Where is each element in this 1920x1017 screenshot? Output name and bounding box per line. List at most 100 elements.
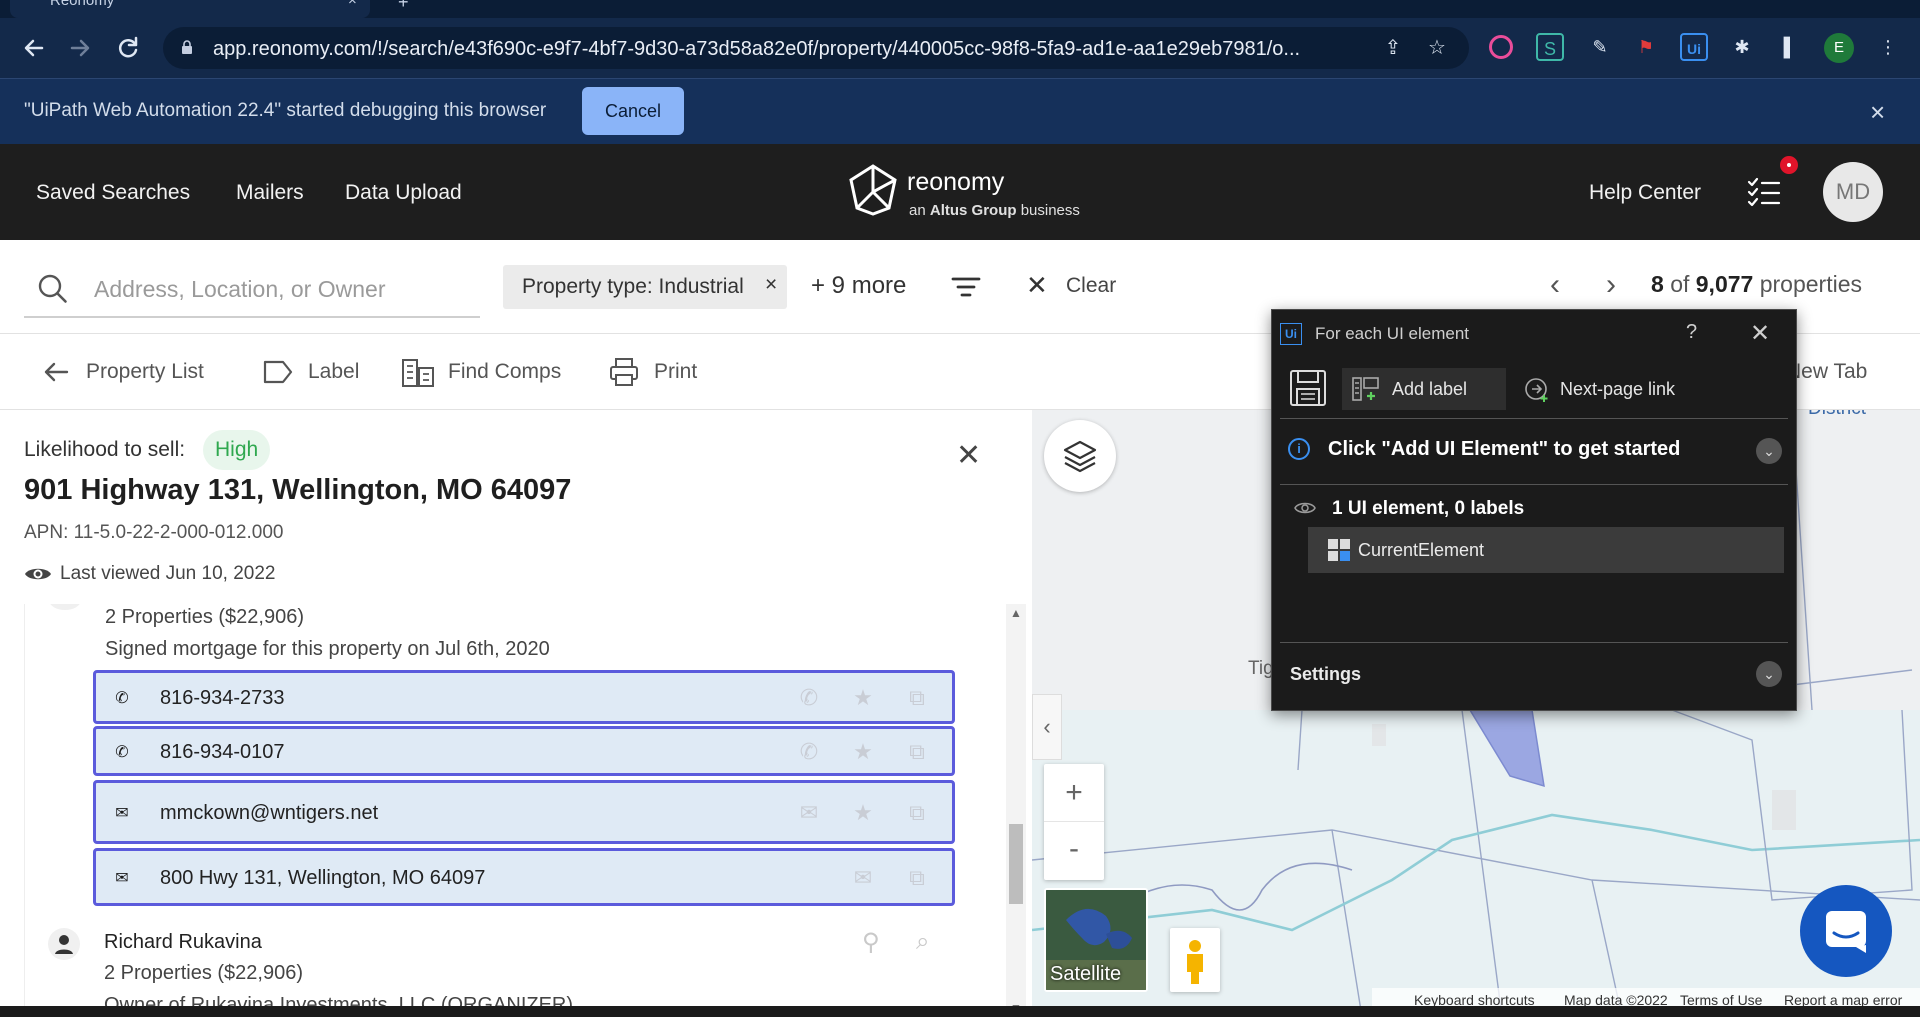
email-icon: ✉: [115, 805, 129, 822]
browser-tab[interactable]: Reonomy ×: [10, 0, 370, 18]
extension-pen-icon[interactable]: ✎: [1586, 33, 1614, 61]
open-new-tab-link[interactable]: New Tab: [1786, 360, 1867, 384]
get-started-hint[interactable]: i Click "Add UI Element" to get started: [1288, 436, 1788, 466]
layers-button[interactable]: [1044, 420, 1116, 492]
clear-filters-button[interactable]: ✕ Clear: [1026, 270, 1146, 304]
filter-chip-property-type[interactable]: Property type: Industrial ×: [503, 265, 787, 309]
task-list-icon[interactable]: [1746, 174, 1782, 210]
star-icon[interactable]: ☆: [1425, 36, 1449, 60]
contact-email[interactable]: ✉ mmckown@wntigers.net ✉ ★ ⧉: [93, 780, 955, 844]
copy-icon[interactable]: ⧉: [904, 739, 930, 765]
chat-launcher[interactable]: [1800, 885, 1892, 977]
logo-word: reonomy: [907, 168, 1005, 196]
nav-saved-searches[interactable]: Saved Searches: [36, 181, 190, 205]
puzzle-icon[interactable]: ✱: [1728, 33, 1756, 61]
reonomy-logo-mark: [849, 164, 897, 216]
extension-color-icon[interactable]: [1489, 35, 1513, 59]
phone-icon: ✆: [115, 690, 129, 707]
eye-icon: [25, 568, 51, 580]
satellite-label: Satellite: [1050, 963, 1122, 985]
close-icon[interactable]: ×: [1870, 97, 1885, 128]
mailbox-icon[interactable]: ✉: [850, 865, 876, 891]
contact-phone-1[interactable]: ✆ 816-934-2733 ✆ ★ ⧉: [93, 670, 955, 724]
next-page-link-button[interactable]: Next-page link: [1524, 368, 1704, 410]
forward-arrow-icon[interactable]: [62, 30, 98, 66]
save-icon[interactable]: [1288, 368, 1328, 408]
filter-icon[interactable]: [951, 272, 981, 302]
extension-pdf-icon[interactable]: ⚑: [1632, 33, 1660, 61]
scroll-thumb[interactable]: [1009, 824, 1023, 904]
star-icon[interactable]: ★: [850, 685, 876, 711]
copy-icon[interactable]: ⧉: [904, 865, 930, 891]
extension-uipath-icon[interactable]: Ui: [1680, 33, 1708, 61]
chevron-down-icon[interactable]: ⌄: [1756, 438, 1782, 464]
ui-element-current[interactable]: CurrentElement: [1308, 527, 1784, 573]
email-icon[interactable]: ✉: [796, 800, 822, 826]
filter-chip-remove-icon[interactable]: ×: [765, 273, 777, 297]
extension-s-icon[interactable]: S: [1536, 33, 1564, 61]
chevron-down-icon[interactable]: ⌄: [1756, 661, 1782, 687]
scroll-up-icon[interactable]: ▲: [1010, 606, 1022, 620]
more-filters-link[interactable]: + 9 more: [811, 272, 906, 300]
cancel-debug-button[interactable]: Cancel: [582, 87, 684, 135]
back-arrow-icon[interactable]: [16, 30, 52, 66]
profile-avatar[interactable]: E: [1824, 33, 1854, 63]
uipath-titlebar[interactable]: Ui For each UI element ? ✕: [1272, 310, 1796, 356]
reload-icon[interactable]: [110, 30, 146, 66]
scrollbar[interactable]: ▲ ▼: [1006, 604, 1026, 1017]
sidebar-icon[interactable]: ▌: [1776, 33, 1804, 61]
person-icon[interactable]: ⚲: [862, 928, 880, 957]
print-icon: [610, 358, 638, 386]
kebab-icon[interactable]: ⋮: [1874, 33, 1902, 61]
tab-close-icon[interactable]: ×: [348, 0, 357, 9]
property-list-button[interactable]: Property List: [40, 356, 220, 390]
close-icon[interactable]: ✕: [956, 438, 981, 473]
nav-data-upload[interactable]: Data Upload: [345, 181, 462, 205]
star-icon[interactable]: ★: [850, 800, 876, 826]
help-center-link[interactable]: Help Center: [1589, 181, 1701, 205]
search-icon[interactable]: [38, 274, 68, 304]
help-icon[interactable]: ?: [1686, 321, 1697, 344]
pegman-button[interactable]: [1170, 928, 1220, 992]
uipath-logo-icon: Ui: [1280, 323, 1302, 345]
star-icon[interactable]: ★: [850, 739, 876, 765]
element-count-text: 1 UI element, 0 labels: [1332, 498, 1525, 519]
add-label-icon: [1352, 377, 1379, 401]
print-button[interactable]: Print: [608, 356, 718, 390]
tab-title: Reonomy: [50, 0, 115, 9]
copy-icon[interactable]: ⧉: [904, 685, 930, 711]
label-button[interactable]: Label: [262, 356, 372, 390]
close-icon[interactable]: ✕: [1750, 319, 1770, 348]
contact-phone-2[interactable]: ✆ 816-934-0107 ✆ ★ ⧉: [93, 726, 955, 776]
call-icon[interactable]: ✆: [796, 685, 822, 711]
search-icon[interactable]: ⌕: [916, 928, 929, 956]
share-icon[interactable]: ⇪: [1381, 36, 1405, 60]
collapse-panel-button[interactable]: ‹: [1032, 694, 1062, 760]
zoom-in-button[interactable]: +: [1044, 764, 1104, 822]
lock-icon[interactable]: [181, 40, 193, 54]
new-tab-icon[interactable]: +: [398, 0, 409, 13]
eye-icon[interactable]: [1294, 500, 1316, 516]
likelihood-label: Likelihood to sell:: [24, 438, 186, 461]
debug-infobar: "UiPath Web Automation 22.4" started deb…: [0, 78, 1920, 144]
owner-name[interactable]: Richard Rukavina: [104, 931, 262, 954]
phone-icon: ✆: [115, 744, 129, 761]
reonomy-logo[interactable]: reonomy an Altus Group business: [845, 162, 1085, 222]
zoom-out-button[interactable]: -: [1044, 822, 1104, 880]
nav-mailers[interactable]: Mailers: [236, 181, 304, 205]
user-avatar[interactable]: MD: [1823, 162, 1883, 222]
add-label-button[interactable]: Add label: [1342, 368, 1506, 410]
satellite-toggle[interactable]: Satellite: [1044, 888, 1148, 992]
copy-icon[interactable]: ⧉: [904, 800, 930, 826]
settings-section[interactable]: Settings: [1290, 664, 1361, 685]
search-input[interactable]: [94, 272, 464, 306]
contact-mailing-address[interactable]: ✉ 800 Hwy 131, Wellington, MO 64097 ✉ ⧉: [93, 848, 955, 906]
owner-contact-list[interactable]: 2 Properties ($22,906) Signed mortgage f…: [24, 604, 982, 1017]
call-icon[interactable]: ✆: [796, 739, 822, 765]
chevron-right-icon[interactable]: ›: [1606, 268, 1616, 302]
divider: [1280, 484, 1788, 485]
hint-text: Click "Add UI Element" to get started: [1328, 438, 1681, 460]
chevron-left-icon[interactable]: ‹: [1550, 268, 1560, 302]
find-comps-button[interactable]: Find Comps: [400, 356, 580, 390]
address-bar[interactable]: app.reonomy.com/!/search/e43f690c-e9f7-4…: [163, 27, 1469, 69]
